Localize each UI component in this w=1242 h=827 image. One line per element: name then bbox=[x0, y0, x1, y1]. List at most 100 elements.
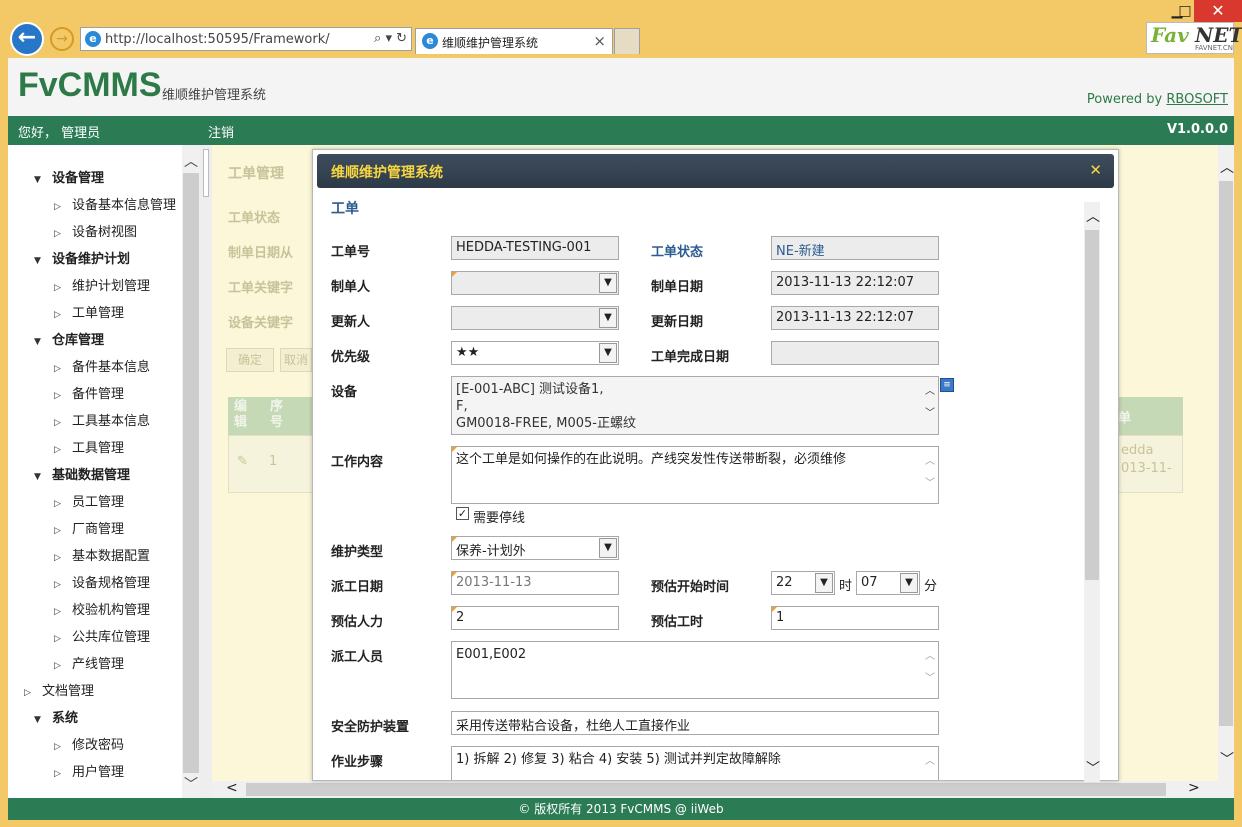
scroll-up-icon[interactable]: ︿ bbox=[184, 151, 198, 171]
chevron-down-icon[interactable]: ▼ bbox=[815, 573, 833, 593]
splitter-handle[interactable] bbox=[203, 149, 209, 197]
need-stop-checkbox[interactable]: ✓ bbox=[456, 507, 469, 520]
edit-icon[interactable]: ✎ bbox=[237, 454, 248, 469]
expanded-arrow-icon[interactable]: ▼ bbox=[34, 472, 52, 482]
creator-select[interactable]: ▼ bbox=[451, 271, 619, 295]
chevron-down-icon[interactable]: ▼ bbox=[599, 343, 617, 363]
sidebar-item[interactable]: ▼ 设备维护计划 bbox=[34, 248, 130, 267]
sidebar-item[interactable]: ▷ 工具基本信息 bbox=[54, 410, 150, 429]
collapsed-arrow-icon[interactable]: ▷ bbox=[54, 283, 72, 293]
collapsed-arrow-icon[interactable]: ▷ bbox=[54, 661, 72, 671]
chevron-down-icon[interactable]: ▼ bbox=[599, 308, 617, 328]
collapsed-arrow-icon[interactable]: ▷ bbox=[54, 580, 72, 590]
maximize-icon[interactable]: □ bbox=[1176, 0, 1194, 22]
content-field[interactable]: 这个工单是如何操作的在此说明。产线突发性传送带断裂，必须维修 ︿ ﹀ bbox=[451, 446, 939, 504]
sidebar-item[interactable]: ▷ 工具管理 bbox=[54, 437, 124, 456]
browser-tab[interactable]: e 维顺维护管理系统 × bbox=[415, 28, 613, 54]
back-arrow-icon[interactable]: ← bbox=[10, 22, 44, 56]
search-refresh-icons[interactable]: ⌕ ▾ ↻ bbox=[374, 31, 407, 46]
close-tab-icon[interactable]: × bbox=[593, 32, 606, 50]
sidebar-item[interactable]: ▷ 备件基本信息 bbox=[54, 356, 150, 375]
sidebar-item[interactable]: ▷ 文档管理 bbox=[24, 680, 94, 699]
sidebar-item[interactable]: ▷ 基本数据配置 bbox=[54, 545, 150, 564]
sidebar-item[interactable]: ▷ 维护计划管理 bbox=[54, 275, 150, 294]
sidebar-item[interactable]: ▼ 设备管理 bbox=[34, 167, 104, 186]
address-bar[interactable]: e http://localhost:50595/Framework/ ⌕ ▾ … bbox=[80, 27, 412, 51]
chevron-down-icon[interactable]: ▼ bbox=[599, 538, 617, 558]
sidebar-item[interactable]: ▷ 厂商管理 bbox=[54, 518, 124, 537]
collapsed-arrow-icon[interactable]: ▷ bbox=[54, 553, 72, 563]
collapsed-arrow-icon[interactable]: ▷ bbox=[54, 202, 72, 212]
sidebar-item[interactable]: ▷ 员工管理 bbox=[54, 491, 124, 510]
scroll-right-icon[interactable]: > bbox=[1188, 780, 1200, 796]
collapsed-arrow-icon[interactable]: ▷ bbox=[54, 418, 72, 428]
scroll-up-icon[interactable]: ︿ bbox=[1220, 157, 1234, 177]
chevron-down-icon[interactable]: ▼ bbox=[599, 273, 617, 293]
est-minute-select[interactable]: 07 ▼ bbox=[856, 571, 920, 595]
scroll-thumb[interactable] bbox=[246, 783, 1166, 796]
scroll-up-icon[interactable]: ︿ bbox=[1086, 206, 1100, 226]
dialog-scrollbar[interactable]: ︿ ﹀ bbox=[1084, 202, 1100, 782]
sidebar-item[interactable]: ▷ 公共库位管理 bbox=[54, 626, 150, 645]
collapsed-arrow-icon[interactable]: ▷ bbox=[54, 310, 72, 320]
collapsed-arrow-icon[interactable]: ▷ bbox=[54, 229, 72, 239]
sidebar-item[interactable]: ▷ 用户管理 bbox=[54, 761, 124, 780]
sidebar-item[interactable]: ▷ 修改密码 bbox=[54, 734, 124, 753]
scroll-thumb[interactable] bbox=[1219, 181, 1233, 726]
textarea-scroll-icons[interactable]: ︿ ﹀ bbox=[924, 451, 936, 495]
steps-field[interactable]: 1) 拆解 2) 修复 3) 粘合 4) 安装 5) 测试并判定故障解除 ︿ bbox=[451, 746, 939, 780]
sidebar-scrollbar[interactable]: ︿ ﹀ bbox=[182, 145, 200, 798]
expanded-arrow-icon[interactable]: ▼ bbox=[34, 175, 52, 185]
collapsed-arrow-icon[interactable]: ▷ bbox=[54, 364, 72, 374]
textarea-scroll-icons[interactable]: ︿ ﹀ bbox=[924, 646, 936, 690]
sidebar-item[interactable]: ▷ 设备基本信息管理 bbox=[54, 194, 176, 213]
sidebar-item[interactable]: ▼ 系统 bbox=[34, 707, 78, 726]
priority-select[interactable]: ★★ ▼ bbox=[451, 341, 619, 365]
sidebar-item[interactable]: ▷ 校验机构管理 bbox=[54, 599, 150, 618]
sidebar-item[interactable]: ▷ 备件管理 bbox=[54, 383, 124, 402]
dispatch-date-field[interactable]: 2013-11-13 bbox=[451, 571, 619, 595]
expanded-arrow-icon[interactable]: ▼ bbox=[34, 715, 52, 725]
close-window-icon[interactable]: ✕ bbox=[1194, 0, 1242, 22]
page-vertical-scrollbar[interactable]: ︿ ﹀ bbox=[1218, 145, 1234, 781]
collapsed-arrow-icon[interactable]: ▷ bbox=[54, 607, 72, 617]
forward-arrow-icon[interactable]: → bbox=[50, 27, 74, 51]
sidebar-item[interactable]: ▷ 设备树视图 bbox=[54, 221, 137, 240]
textarea-scroll-icons[interactable]: ︿ bbox=[924, 751, 936, 773]
sidebar-item[interactable]: ▼ 基础数据管理 bbox=[34, 464, 130, 483]
scroll-down-icon[interactable]: ﹀ bbox=[184, 774, 198, 794]
scroll-down-icon[interactable]: ﹀ bbox=[1086, 758, 1100, 778]
finish-date-field[interactable] bbox=[771, 341, 939, 365]
est-hours-field[interactable]: 1 bbox=[771, 606, 939, 630]
sidebar-item[interactable]: ▷ 设备规格管理 bbox=[54, 572, 150, 591]
safety-field[interactable]: 采用传送带粘合设备，杜绝人工直接作业 bbox=[451, 711, 939, 735]
updater-select[interactable]: ▼ bbox=[451, 306, 619, 330]
scroll-thumb[interactable] bbox=[183, 173, 199, 773]
powered-link[interactable]: RBOSOFT bbox=[1166, 92, 1228, 107]
expanded-arrow-icon[interactable]: ▼ bbox=[34, 256, 52, 266]
page-horizontal-scrollbar[interactable]: < > bbox=[212, 780, 1234, 798]
collapsed-arrow-icon[interactable]: ▷ bbox=[54, 499, 72, 509]
scroll-left-icon[interactable]: < bbox=[226, 780, 238, 796]
wo-no-field[interactable]: HEDDA-TESTING-001 bbox=[451, 236, 619, 260]
sidebar-item[interactable]: ▷ 工单管理 bbox=[54, 302, 124, 321]
update-date-field[interactable]: 2013-11-13 22:12:07 bbox=[771, 306, 939, 330]
expanded-arrow-icon[interactable]: ▼ bbox=[34, 337, 52, 347]
maint-type-select[interactable]: 保养-计划外 ▼ bbox=[451, 536, 619, 560]
close-dialog-icon[interactable]: ✕ bbox=[1089, 161, 1102, 179]
collapsed-arrow-icon[interactable]: ▷ bbox=[54, 634, 72, 644]
create-date-field[interactable]: 2013-11-13 22:12:07 bbox=[771, 271, 939, 295]
splitter[interactable] bbox=[200, 145, 212, 798]
collapsed-arrow-icon[interactable]: ▷ bbox=[54, 526, 72, 536]
logout-link[interactable]: 注销 bbox=[208, 122, 234, 141]
device-picker-icon[interactable]: ≡ bbox=[940, 378, 954, 392]
scroll-down-icon[interactable]: ﹀ bbox=[1220, 749, 1234, 769]
collapsed-arrow-icon[interactable]: ▷ bbox=[54, 391, 72, 401]
device-field[interactable]: [E-001-ABC] 测试设备1, F, GM0018-FREE, M005-… bbox=[451, 376, 939, 435]
collapsed-arrow-icon[interactable]: ▷ bbox=[24, 688, 42, 698]
collapsed-arrow-icon[interactable]: ▷ bbox=[54, 445, 72, 455]
collapsed-arrow-icon[interactable]: ▷ bbox=[54, 769, 72, 779]
new-tab-button[interactable] bbox=[614, 28, 640, 54]
bg-confirm-button[interactable]: 确定 bbox=[226, 348, 274, 372]
chevron-down-icon[interactable]: ▼ bbox=[900, 573, 918, 593]
